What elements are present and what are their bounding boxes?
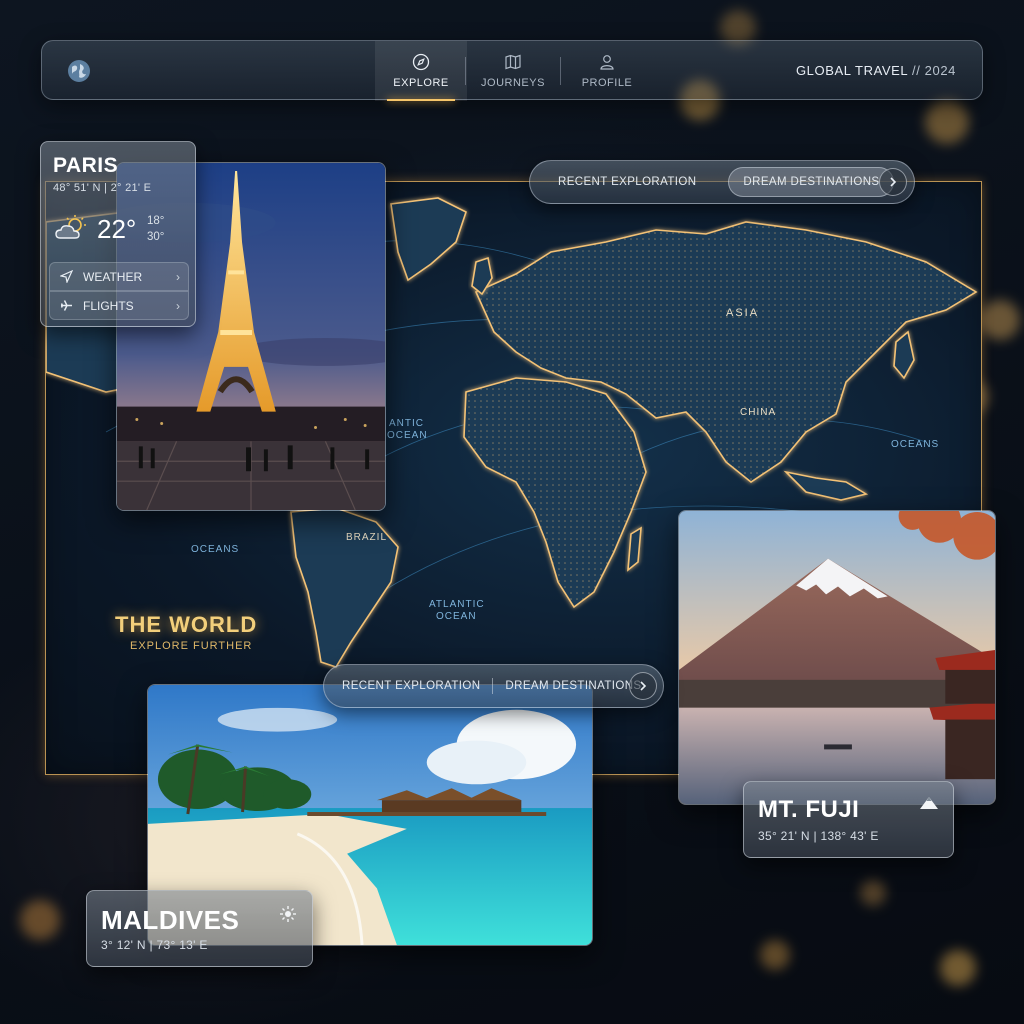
- map-label-brazil: BRAZIL: [346, 532, 388, 543]
- user-icon: [600, 55, 614, 70]
- maldives-coordinates: 3° 12' N | 73° 13' E: [101, 938, 208, 952]
- weather-label: WEATHER: [83, 269, 143, 284]
- map-label-asia: ASIA: [726, 307, 760, 319]
- chevron-right-icon: [890, 177, 897, 187]
- japan-shape: [893, 330, 915, 380]
- madagascar-shape: [627, 526, 642, 572]
- paris-info-card: PARIS 48° 51' N | 2° 21' E 22° 18° 30° W…: [40, 141, 196, 327]
- paris-temp-high: 30°: [147, 231, 165, 243]
- mt-fuji-info-card: MT. FUJI 35° 21' N | 138° 43' E: [743, 781, 954, 858]
- tab-profile-label: PROFILE: [581, 77, 633, 89]
- mountain-icon: [920, 797, 938, 809]
- dream-destinations-tab[interactable]: DREAM DESTINATIONS: [505, 680, 641, 692]
- paris-temperature: 22°: [97, 214, 137, 244]
- recent-exploration-tab[interactable]: RECENT EXPLORATION: [558, 176, 696, 188]
- paris-temp-low: 18°: [147, 215, 165, 227]
- map-label-atlantic: ATLANTIC: [429, 599, 485, 610]
- tab-profile[interactable]: PROFILE: [561, 41, 653, 101]
- partly-cloudy-icon: [55, 215, 86, 239]
- navigation-arrow-icon: [60, 270, 73, 283]
- bokeh-light: [860, 880, 886, 906]
- sun-icon: [280, 906, 296, 922]
- flights-button[interactable]: FLIGHTS ›: [49, 291, 189, 320]
- chevron-right-icon: [640, 681, 647, 691]
- globe-icon[interactable]: [66, 58, 92, 84]
- mount-fuji-image: [679, 511, 995, 804]
- weather-button[interactable]: WEATHER ›: [49, 262, 189, 291]
- tab-explore[interactable]: EXPLORE: [375, 41, 467, 101]
- bokeh-light: [925, 100, 969, 144]
- brand-year: 2024: [924, 63, 956, 78]
- indonesia-shape: [783, 470, 869, 501]
- chevron-right-icon: ›: [176, 269, 180, 284]
- destination-switcher-bottom: RECENT EXPLORATION DREAM DESTINATIONS: [323, 664, 664, 708]
- paris-city-name: PARIS: [53, 154, 119, 177]
- bokeh-light: [20, 900, 60, 940]
- mt-fuji-coordinates: 35° 21' N | 138° 43' E: [758, 829, 879, 843]
- brand-name: GLOBAL TRAVEL: [795, 63, 908, 78]
- map-title: THE WORLD: [115, 612, 258, 637]
- tab-explore-label: EXPLORE: [393, 77, 449, 89]
- tab-journeys[interactable]: JOURNEYS: [467, 41, 559, 101]
- greenland-shape: [390, 197, 467, 282]
- brand-separator: //: [912, 63, 921, 78]
- next-arrow-button[interactable]: [629, 672, 657, 700]
- maldives-name: MALDIVES: [101, 905, 240, 935]
- mt-fuji-name: MT. FUJI: [758, 796, 860, 823]
- bokeh-light: [980, 300, 1020, 340]
- map-label-ocean: OCEAN: [436, 611, 477, 622]
- maldives-info-card: MALDIVES 3° 12' N | 73° 13' E: [86, 890, 313, 967]
- top-nav-bar: EXPLORE JOURNEYS PROFILE GLOBAL TRAVEL /…: [41, 40, 983, 101]
- brand-title: GLOBAL TRAVEL // 2024: [796, 63, 956, 78]
- recent-exploration-tab[interactable]: RECENT EXPLORATION: [342, 680, 480, 692]
- tab-journeys-label: JOURNEYS: [481, 77, 545, 89]
- map-label-oceans-west: OCEANS: [191, 544, 240, 555]
- pill-divider: [492, 678, 494, 694]
- map-subtitle[interactable]: EXPLORE FURTHER: [130, 640, 252, 652]
- bokeh-light: [940, 950, 976, 986]
- map-label-antic: ANTIC: [389, 418, 424, 429]
- map-label-ocean-north: OCEAN: [387, 430, 428, 441]
- next-arrow-button[interactable]: [879, 168, 907, 196]
- map-label-oceans-east: OCEANS: [891, 439, 940, 450]
- destination-switcher-top: RECENT EXPLORATION DREAM DESTINATIONS: [529, 160, 915, 204]
- mt-fuji-photo[interactable]: [678, 510, 996, 805]
- nav-divider: [465, 57, 466, 85]
- map-icon: [505, 54, 521, 70]
- map-label-china: CHINA: [740, 407, 777, 418]
- paris-coordinates: 48° 51' N | 2° 21' E: [53, 182, 152, 194]
- airplane-icon: [60, 300, 72, 311]
- compass-icon: [412, 53, 430, 71]
- chevron-right-icon: ›: [176, 298, 180, 313]
- dream-destinations-tab[interactable]: DREAM DESTINATIONS: [728, 167, 895, 197]
- flights-label: FLIGHTS: [83, 298, 134, 313]
- bokeh-light: [760, 940, 790, 970]
